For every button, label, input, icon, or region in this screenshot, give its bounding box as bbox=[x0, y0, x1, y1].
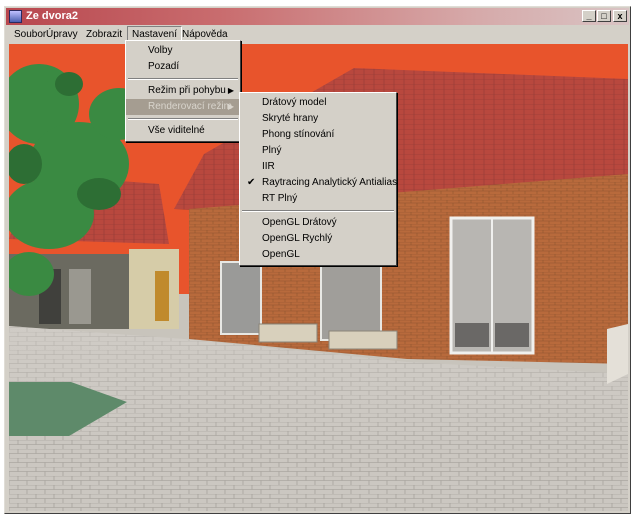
menu-item-label: Pozadí bbox=[148, 61, 180, 72]
menu-separator bbox=[242, 210, 394, 212]
menu-item-label: OpenGL Rychlý bbox=[262, 233, 333, 244]
menu-bar: Soubor Úpravy Zobrazit Nastavení Nápověd… bbox=[6, 26, 629, 43]
menu-item-opengl-rychly[interactable]: OpenGL Rychlý bbox=[240, 231, 396, 247]
maximize-button[interactable]: □ bbox=[597, 10, 611, 22]
menu-item-label: Raytracing Analytický Antialias bbox=[262, 177, 398, 188]
render-mode-submenu: Drátový model Skryté hrany Phong stínová… bbox=[239, 92, 397, 266]
checkmark-icon: ✔ bbox=[247, 177, 256, 188]
nastaveni-dropdown: Volby Pozadí Režim při pohybu ▶ Renderova… bbox=[125, 40, 241, 142]
menu-item-plny[interactable]: Plný bbox=[240, 143, 396, 159]
menu-upravy[interactable]: Úpravy bbox=[42, 26, 82, 43]
menu-separator bbox=[128, 118, 238, 120]
window-title: Ze dvora2 bbox=[26, 10, 78, 22]
menu-item-renderovaci-rezim[interactable]: Renderovací režim ▶ bbox=[126, 99, 240, 115]
menu-item-iir[interactable]: IIR bbox=[240, 159, 396, 175]
close-button[interactable]: x bbox=[613, 10, 627, 22]
menu-item-rt-plny[interactable]: RT Plný bbox=[240, 191, 396, 207]
menu-zobrazit[interactable]: Zobrazit bbox=[82, 26, 126, 43]
submenu-arrow-icon: ▶ bbox=[227, 86, 234, 95]
menu-item-rezim-pri-pohybu[interactable]: Režim při pohybu ▶ bbox=[126, 83, 240, 99]
menu-item-label: Drátový model bbox=[262, 97, 327, 108]
submenu-arrow-icon: ▶ bbox=[227, 102, 234, 111]
menu-item-phong[interactable]: Phong stínování bbox=[240, 127, 396, 143]
menu-item-label: Plný bbox=[262, 145, 282, 156]
menu-item-label: Volby bbox=[148, 45, 173, 56]
menu-item-vse-viditelne[interactable]: Vše viditelné bbox=[126, 123, 240, 139]
menu-item-raytracing[interactable]: ✔ Raytracing Analytický Antialias bbox=[240, 175, 398, 191]
menu-item-label: OpenGL Drátový bbox=[262, 217, 337, 228]
menu-item-volby[interactable]: Volby bbox=[126, 43, 240, 59]
menu-item-label: Vše viditelné bbox=[148, 125, 205, 136]
menu-item-opengl-dratovy[interactable]: OpenGL Drátový bbox=[240, 215, 396, 231]
menu-item-label: IIR bbox=[262, 161, 275, 172]
menu-separator bbox=[128, 78, 238, 80]
minimize-button[interactable]: _ bbox=[582, 10, 596, 22]
menu-item-dratovy-model[interactable]: Drátový model bbox=[240, 95, 396, 111]
menu-item-label: Skryté hrany bbox=[262, 113, 319, 124]
menu-item-label: Phong stínování bbox=[262, 129, 335, 140]
title-bar[interactable]: Ze dvora2 _ □ x bbox=[6, 8, 629, 25]
menu-item-label: RT Plný bbox=[262, 193, 298, 204]
menu-item-label: OpenGL bbox=[262, 249, 300, 260]
menu-item-opengl[interactable]: OpenGL bbox=[240, 247, 396, 263]
menu-item-label: Renderovací režim bbox=[148, 101, 232, 112]
menu-item-skryte-hrany[interactable]: Skryté hrany bbox=[240, 111, 396, 127]
menu-item-label: Režim při pohybu bbox=[148, 85, 226, 96]
app-icon bbox=[9, 10, 22, 23]
menu-item-pozadi[interactable]: Pozadí bbox=[126, 59, 240, 75]
